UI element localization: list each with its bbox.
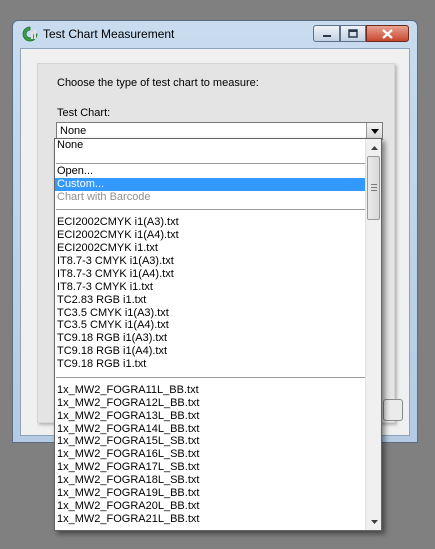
dropdown-item[interactable]: IT8.7-3 CMYK i1(A3).txt xyxy=(55,255,367,268)
dropdown-item[interactable]: 1x_MW2_FOGRA11L_BB.txt xyxy=(55,384,367,397)
scroll-up-button[interactable] xyxy=(366,139,381,156)
close-icon xyxy=(382,28,393,39)
dropdown-item[interactable]: ECI2002CMYK i1.txt xyxy=(55,242,367,255)
dropdown-item[interactable]: 1x_MW2_FOGRA20L_BB.txt xyxy=(55,500,367,513)
grip-line xyxy=(371,190,377,191)
combobox-value: None xyxy=(60,125,87,137)
test-chart-dropdown-list[interactable]: None Open... Custom... Chart with Barcode EC… xyxy=(54,138,382,531)
dropdown-item[interactable]: 1x_MW2_FOGRA17L_SB.txt xyxy=(55,461,367,474)
grip-line xyxy=(371,187,377,188)
dropdown-separator xyxy=(55,371,367,384)
dropdown-item[interactable]: None xyxy=(55,139,367,152)
close-button[interactable] xyxy=(366,25,409,42)
dropdown-items: None Open... Custom... Chart with Barcode EC… xyxy=(55,139,367,526)
dropdown-item[interactable]: 1x_MW2_FOGRA18L_SB.txt xyxy=(55,474,367,487)
scroll-down-icon xyxy=(370,519,378,524)
dropdown-separator xyxy=(55,203,367,216)
dropdown-item[interactable]: TC3.5 CMYK i1(A4).txt xyxy=(55,319,367,332)
maximize-icon xyxy=(348,29,358,38)
dropdown-item[interactable]: ECI2002CMYK i1(A4).txt xyxy=(55,229,367,242)
dropdown-item[interactable]: Open... xyxy=(55,165,367,178)
dropdown-item[interactable]: TC9.18 RGB i1.txt xyxy=(55,358,367,371)
dropdown-scrollbar[interactable] xyxy=(365,139,381,530)
dropdown-item[interactable]: 1x_MW2_FOGRA13L_BB.txt xyxy=(55,410,367,423)
dropdown-item[interactable]: 1x_MW2_FOGRA14L_BB.txt xyxy=(55,423,367,436)
test-chart-label: Test Chart: xyxy=(57,107,111,119)
dropdown-item[interactable]: IT8.7-3 CMYK i1(A4).txt xyxy=(55,268,367,281)
dropdown-item[interactable]: TC9.18 RGB i1(A4).txt xyxy=(55,345,367,358)
dropdown-item[interactable]: Custom... xyxy=(55,177,367,191)
scroll-thumb[interactable] xyxy=(367,156,380,220)
minimize-button[interactable] xyxy=(313,25,340,42)
dropdown-item[interactable]: 1x_MW2_FOGRA15L_SB.txt xyxy=(55,435,367,448)
dropdown-item[interactable]: 1x_MW2_FOGRA12L_BB.txt xyxy=(55,397,367,410)
dropdown-item[interactable]: 1x_MW2_FOGRA16L_SB.txt xyxy=(55,448,367,461)
dialog-button-partial[interactable] xyxy=(383,399,403,421)
dropdown-item[interactable]: IT8.7-3 CMYK i1.txt xyxy=(55,281,367,294)
dropdown-item[interactable]: 1x_MW2_FOGRA21L_BB.txt xyxy=(55,513,367,526)
dropdown-separator xyxy=(55,152,367,165)
scroll-up-icon xyxy=(370,145,378,150)
title-bar[interactable]: Test Chart Measurement xyxy=(13,21,417,47)
window-title: Test Chart Measurement xyxy=(43,27,175,41)
scroll-down-button[interactable] xyxy=(366,513,381,530)
dropdown-item[interactable]: TC2.83 RGB i1.txt xyxy=(55,294,367,307)
maximize-button[interactable] xyxy=(340,25,366,42)
chevron-down-icon xyxy=(370,128,379,134)
grip-line xyxy=(371,184,377,185)
dropdown-item[interactable]: TC9.18 RGB i1(A3).txt xyxy=(55,332,367,345)
dropdown-item[interactable]: ECI2002CMYK i1(A3).txt xyxy=(55,216,367,229)
dropdown-item[interactable]: TC3.5 CMYK i1(A3).txt xyxy=(55,307,367,320)
app-icon xyxy=(22,26,38,42)
minimize-icon xyxy=(322,34,331,37)
combobox-dropdown-button[interactable] xyxy=(366,123,382,139)
instruction-text: Choose the type of test chart to measure… xyxy=(57,77,259,89)
dropdown-item[interactable]: 1x_MW2_FOGRA19L_BB.txt xyxy=(55,487,367,500)
dropdown-item: Chart with Barcode xyxy=(57,190,151,203)
